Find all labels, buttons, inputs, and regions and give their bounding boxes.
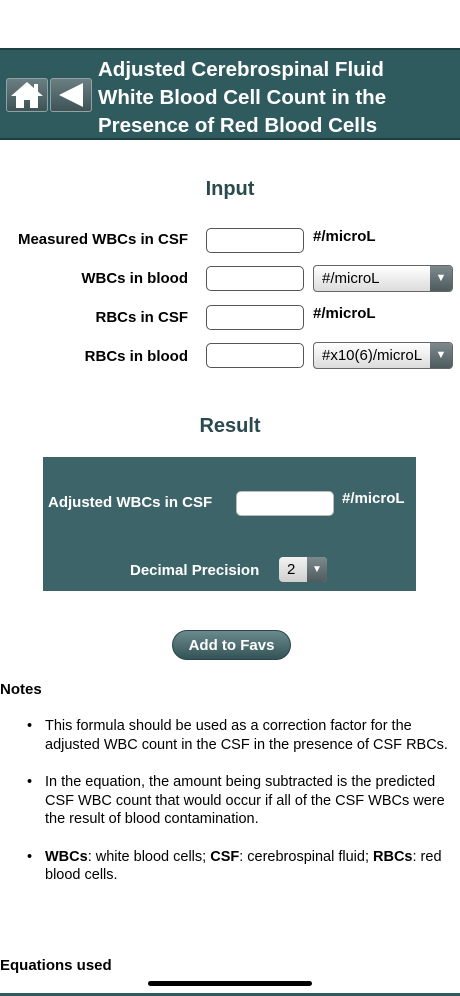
wbcs-blood-unit-value: #/microL (322, 270, 380, 287)
chevron-down-icon: ▼ (307, 557, 327, 582)
abbrev-term: RBCs (373, 848, 413, 865)
rbcs-csf-unit: #/microL (313, 305, 376, 322)
page-title-line: White Blood Cell Count in the (98, 86, 387, 109)
adjusted-wbcs-output[interactable] (236, 491, 334, 516)
back-button[interactable] (50, 78, 92, 112)
abbrev-term: CSF (210, 848, 240, 865)
decimal-precision-select[interactable]: 2 ▼ (279, 557, 327, 582)
list-item: • In the equation, the amount being subt… (27, 773, 452, 829)
measured-wbcs-csf-label: Measured WBCs in CSF (17, 231, 188, 248)
rbcs-csf-label: RBCs in CSF (95, 309, 188, 326)
app-header: Adjusted Cerebrospinal Fluid White Blood… (0, 48, 460, 140)
chevron-down-icon: ▼ (430, 266, 452, 291)
notes-list: • This formula should be used as a corre… (27, 717, 452, 904)
abbrev-def: : white blood cells; (87, 848, 211, 865)
abbrev-def: : cerebrospinal fluid; (239, 848, 374, 865)
abbrev-term: WBCs (45, 848, 88, 865)
measured-wbcs-csf-unit: #/microL (313, 228, 376, 245)
list-item: • WBCs: white blood cells; CSF: cerebros… (27, 848, 452, 885)
notes-heading: Notes (0, 681, 42, 698)
wbcs-blood-label: WBCs in blood (81, 270, 188, 287)
rbcs-blood-unit-value: #x10(6)/microL (322, 347, 423, 364)
back-arrow-icon (59, 83, 83, 107)
equations-heading: Equations used (0, 957, 112, 974)
rbcs-blood-input[interactable] (206, 343, 304, 368)
add-to-favs-button[interactable]: Add to Favs (172, 630, 291, 660)
result-heading: Result (199, 415, 261, 437)
input-heading: Input (205, 178, 255, 200)
decimal-precision-value: 2 (287, 561, 296, 578)
page-title-line: Adjusted Cerebrospinal Fluid (98, 58, 384, 81)
decimal-precision-label: Decimal Precision (130, 562, 260, 579)
bullet-icon: • (27, 718, 33, 734)
chevron-down-icon: ▼ (430, 343, 452, 368)
home-button[interactable] (6, 78, 48, 112)
rbcs-blood-unit-select[interactable]: #x10(6)/microL ▼ (313, 342, 453, 369)
rbcs-blood-label: RBCs in blood (84, 348, 188, 365)
rbcs-csf-input[interactable] (206, 305, 304, 330)
home-icon (11, 82, 43, 108)
note-text: This formula should be used as a correct… (45, 718, 448, 753)
wbcs-blood-input[interactable] (206, 266, 304, 291)
measured-wbcs-csf-input[interactable] (206, 228, 304, 253)
bullet-icon: • (27, 848, 33, 865)
adjusted-wbcs-unit: #/microL (342, 490, 405, 507)
note-text: In the equation, the amount being subtra… (45, 774, 445, 827)
home-indicator[interactable] (148, 981, 312, 986)
page-title-line: Presence of Red Blood Cells (98, 114, 378, 137)
bullet-icon: • (27, 774, 33, 790)
result-panel: Adjusted WBCs in CSF #/microL Decimal Pr… (43, 457, 416, 591)
page-title: Adjusted Cerebrospinal Fluid White Blood… (98, 56, 454, 140)
list-item: • This formula should be used as a corre… (27, 717, 452, 754)
adjusted-wbcs-label: Adjusted WBCs in CSF (48, 494, 213, 511)
wbcs-blood-unit-select[interactable]: #/microL ▼ (313, 265, 453, 292)
